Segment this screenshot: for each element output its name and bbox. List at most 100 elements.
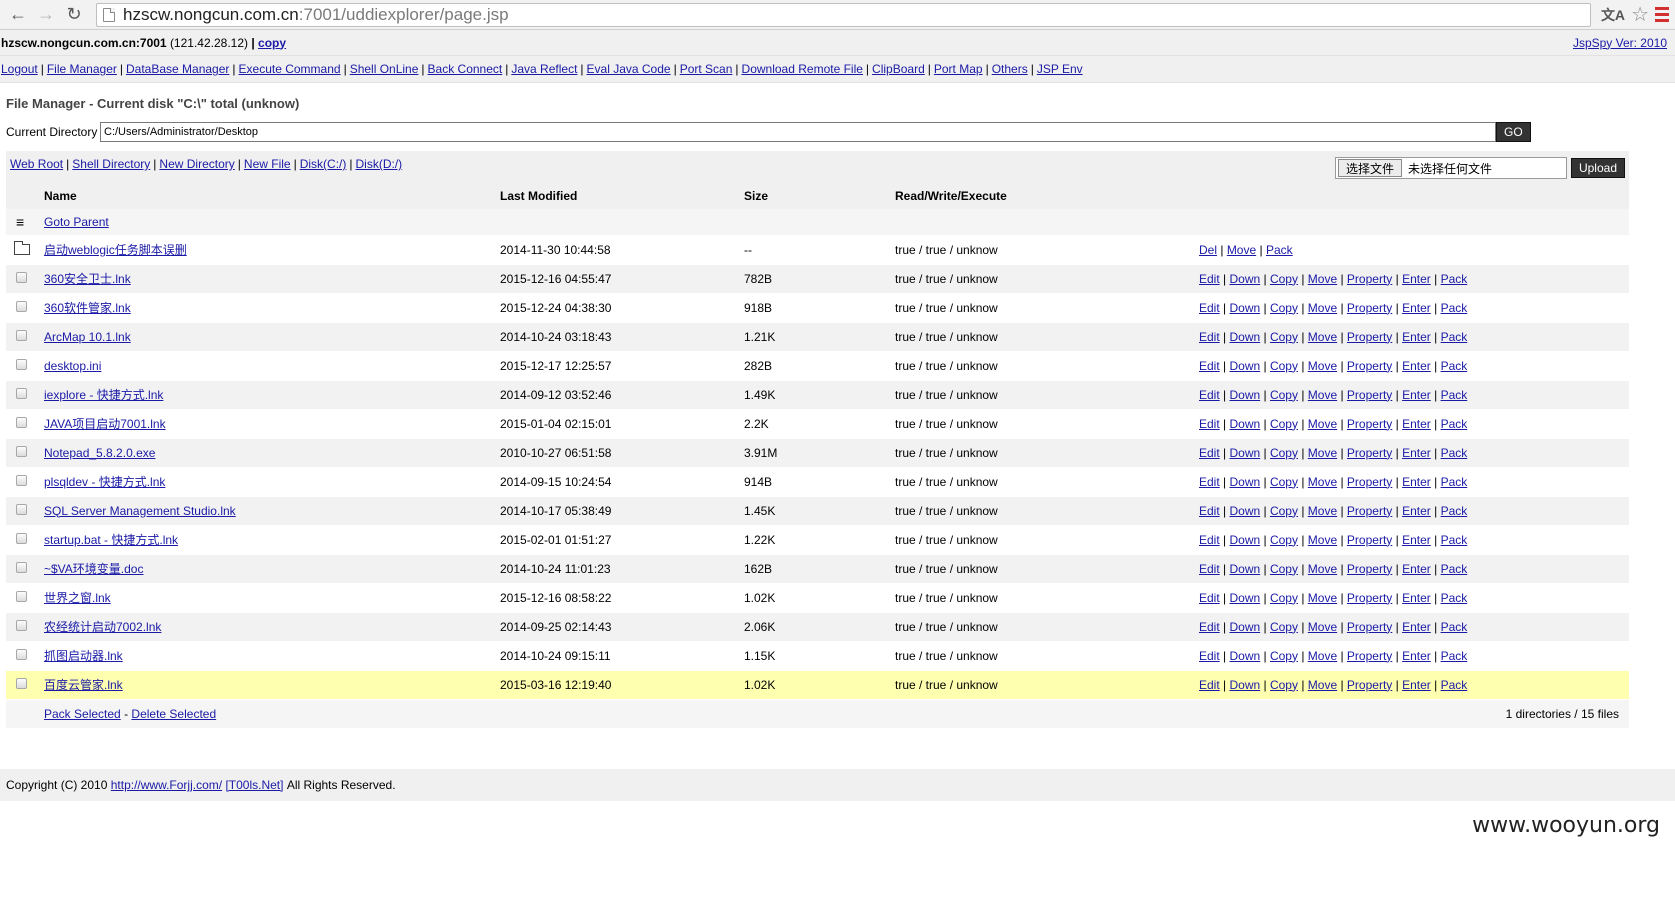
t00ls-link[interactable]: [T00ls.Net]	[225, 778, 283, 792]
nav-link-port-map[interactable]: Port Map	[934, 62, 983, 76]
pack-link[interactable]: Pack	[1441, 417, 1468, 431]
edit-link[interactable]: Edit	[1199, 388, 1220, 402]
nav-link-java-reflect[interactable]: Java Reflect	[511, 62, 577, 76]
move-link[interactable]: Move	[1308, 678, 1337, 692]
enter-link[interactable]: Enter	[1402, 678, 1431, 692]
file-checkbox[interactable]	[16, 648, 27, 660]
bookmark-star-icon[interactable]: ☆	[1631, 2, 1649, 27]
file-checkbox[interactable]	[16, 445, 27, 457]
enter-link[interactable]: Enter	[1402, 591, 1431, 605]
edit-link[interactable]: Edit	[1199, 359, 1220, 373]
file-checkbox[interactable]	[16, 387, 27, 399]
nav-link-jsp-env[interactable]: JSP Env	[1037, 62, 1083, 76]
enter-link[interactable]: Enter	[1402, 359, 1431, 373]
nav-link-clipboard[interactable]: ClipBoard	[872, 62, 925, 76]
quick-link-new-directory[interactable]: New Directory	[159, 157, 234, 171]
down-link[interactable]: Down	[1229, 678, 1260, 692]
enter-link[interactable]: Enter	[1402, 475, 1431, 489]
file-checkbox[interactable]	[16, 532, 27, 544]
copy-link[interactable]: Copy	[1270, 359, 1298, 373]
enter-link[interactable]: Enter	[1402, 417, 1431, 431]
copy-link[interactable]: Copy	[1270, 446, 1298, 460]
property-link[interactable]: Property	[1347, 301, 1392, 315]
file-checkbox[interactable]	[16, 590, 27, 602]
down-link[interactable]: Down	[1229, 562, 1260, 576]
pack-link[interactable]: Pack	[1441, 678, 1468, 692]
nav-link-database-manager[interactable]: DataBase Manager	[126, 62, 229, 76]
file-name-link[interactable]: SQL Server Management Studio.lnk	[44, 504, 236, 518]
enter-link[interactable]: Enter	[1402, 562, 1431, 576]
nav-link-eval-java-code[interactable]: Eval Java Code	[587, 62, 671, 76]
move-link[interactable]: Move	[1308, 359, 1337, 373]
down-link[interactable]: Down	[1229, 620, 1260, 634]
move-link[interactable]: Move	[1308, 591, 1337, 605]
enter-link[interactable]: Enter	[1402, 330, 1431, 344]
copy-link[interactable]: Copy	[1270, 272, 1298, 286]
translate-icon[interactable]: 文A	[1601, 5, 1625, 25]
move-link[interactable]: Move	[1308, 533, 1337, 547]
down-link[interactable]: Down	[1229, 504, 1260, 518]
copy-link[interactable]: Copy	[1270, 417, 1298, 431]
pack-link[interactable]: Pack	[1441, 591, 1468, 605]
edit-link[interactable]: Edit	[1199, 562, 1220, 576]
del-link[interactable]: Del	[1199, 243, 1217, 257]
move-link[interactable]: Move	[1308, 417, 1337, 431]
move-link[interactable]: Move	[1308, 272, 1337, 286]
browser-menu-icon[interactable]	[1655, 7, 1669, 22]
property-link[interactable]: Property	[1347, 359, 1392, 373]
enter-link[interactable]: Enter	[1402, 301, 1431, 315]
file-chooser[interactable]: 选择文件 未选择任何文件	[1334, 157, 1567, 179]
file-name-link[interactable]: iexplore - 快捷方式.lnk	[44, 388, 163, 402]
nav-link-shell-online[interactable]: Shell OnLine	[350, 62, 419, 76]
edit-link[interactable]: Edit	[1199, 591, 1220, 605]
down-link[interactable]: Down	[1229, 649, 1260, 663]
enter-link[interactable]: Enter	[1402, 620, 1431, 634]
copy-link[interactable]: Copy	[1270, 562, 1298, 576]
property-link[interactable]: Property	[1347, 649, 1392, 663]
copy-link[interactable]: Copy	[1270, 533, 1298, 547]
move-link[interactable]: Move	[1308, 649, 1337, 663]
property-link[interactable]: Property	[1347, 504, 1392, 518]
down-link[interactable]: Down	[1229, 388, 1260, 402]
property-link[interactable]: Property	[1347, 620, 1392, 634]
pack-link[interactable]: Pack	[1441, 301, 1468, 315]
pack-link[interactable]: Pack	[1441, 446, 1468, 460]
property-link[interactable]: Property	[1347, 475, 1392, 489]
nav-link-download-remote-file[interactable]: Download Remote File	[742, 62, 863, 76]
edit-link[interactable]: Edit	[1199, 504, 1220, 518]
back-arrow-icon[interactable]: ←	[6, 3, 30, 27]
down-link[interactable]: Down	[1229, 301, 1260, 315]
nav-link-port-scan[interactable]: Port Scan	[680, 62, 733, 76]
upload-button[interactable]: Upload	[1570, 158, 1625, 178]
copy-link[interactable]: Copy	[1270, 678, 1298, 692]
quick-link-shell-directory[interactable]: Shell Directory	[72, 157, 150, 171]
current-directory-input[interactable]: C:/Users/Administrator/Desktop	[100, 122, 1496, 142]
property-link[interactable]: Property	[1347, 533, 1392, 547]
nav-link-others[interactable]: Others	[992, 62, 1028, 76]
move-link[interactable]: Move	[1308, 562, 1337, 576]
file-checkbox[interactable]	[16, 619, 27, 631]
property-link[interactable]: Property	[1347, 417, 1392, 431]
pack-link[interactable]: Pack	[1441, 533, 1468, 547]
move-link[interactable]: Move	[1308, 330, 1337, 344]
move-link[interactable]: Move	[1227, 243, 1256, 257]
property-link[interactable]: Property	[1347, 388, 1392, 402]
quick-link-new-file[interactable]: New File	[244, 157, 291, 171]
enter-link[interactable]: Enter	[1402, 533, 1431, 547]
pack-link[interactable]: Pack	[1441, 562, 1468, 576]
move-link[interactable]: Move	[1308, 620, 1337, 634]
forward-arrow-icon[interactable]: →	[34, 3, 58, 27]
file-name-link[interactable]: ~$VA环境变量.doc	[44, 562, 143, 576]
copy-link[interactable]: Copy	[1270, 388, 1298, 402]
edit-link[interactable]: Edit	[1199, 475, 1220, 489]
down-link[interactable]: Down	[1229, 533, 1260, 547]
copy-link[interactable]: Copy	[1270, 620, 1298, 634]
down-link[interactable]: Down	[1229, 475, 1260, 489]
quick-link-disk-d-[interactable]: Disk(D:/)	[356, 157, 403, 171]
file-checkbox[interactable]	[16, 503, 27, 515]
property-link[interactable]: Property	[1347, 562, 1392, 576]
file-name-link[interactable]: 抓图启动器.lnk	[44, 649, 123, 663]
edit-link[interactable]: Edit	[1199, 649, 1220, 663]
file-name-link[interactable]: 世界之窗.lnk	[44, 591, 111, 605]
copy-link[interactable]: Copy	[1270, 591, 1298, 605]
